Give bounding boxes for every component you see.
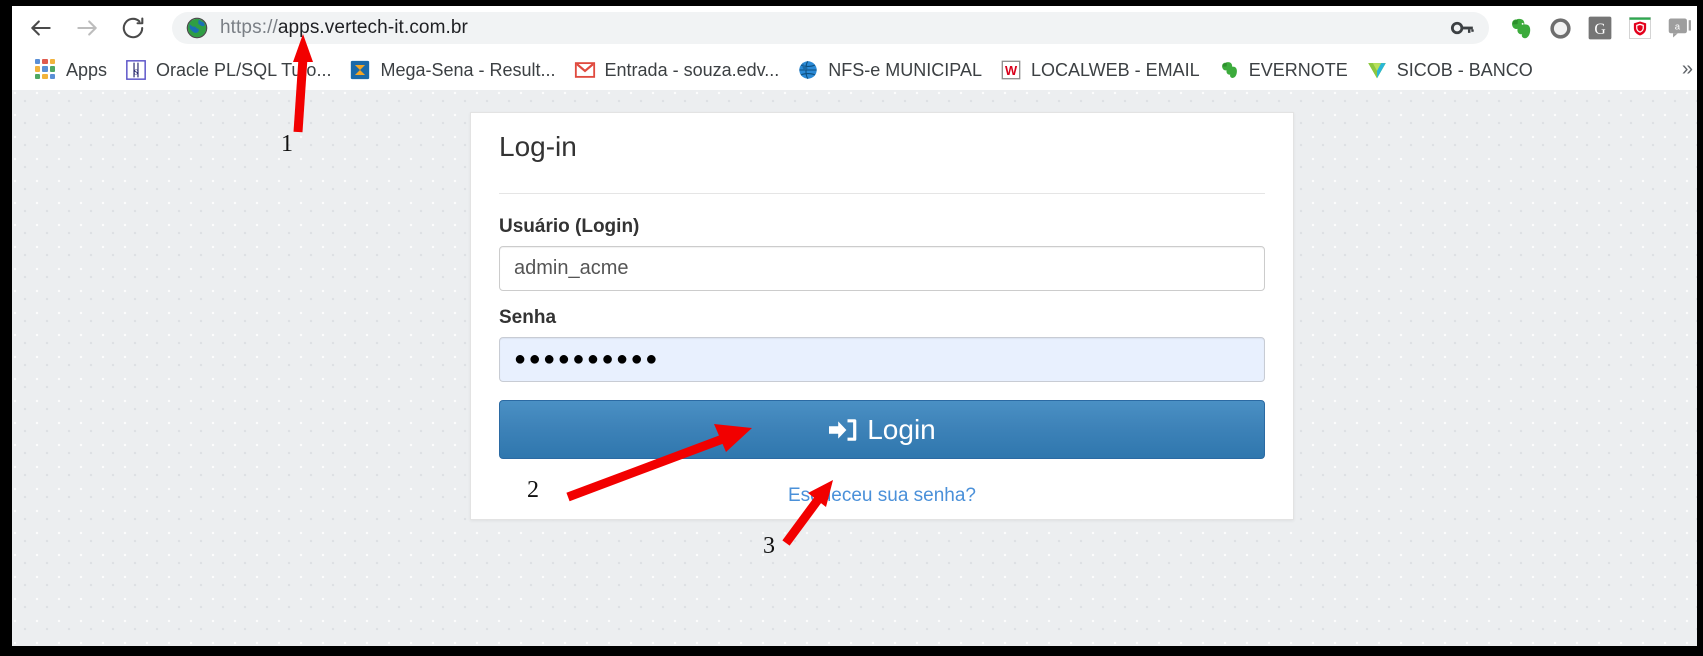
sign-in-icon <box>829 418 857 441</box>
circle-icon <box>1549 17 1571 39</box>
bookmark-apps-label: Apps <box>66 59 108 80</box>
bookmark-label: Mega-Sena - Result... <box>380 59 556 80</box>
window-frame-top <box>0 0 1703 6</box>
username-input[interactable] <box>499 246 1265 291</box>
browser-window: https://apps.vertech-it.com.br G a Apps … <box>0 0 1703 656</box>
svg-text:a: a <box>1675 21 1681 32</box>
elephant-icon <box>1511 18 1530 38</box>
bookmarks-overflow-button[interactable]: » <box>1682 58 1693 81</box>
bookmark-label: Entrada - souza.edv... <box>604 59 780 80</box>
bookmark-item-gmail[interactable]: Entrada - souza.edv... <box>565 56 789 84</box>
login-card-header: Log-in <box>471 113 1293 175</box>
bookmark-label: NFS-e MUNICIPAL <box>828 59 982 80</box>
password-label: Senha <box>499 307 557 328</box>
gmail-icon <box>574 62 595 78</box>
globe-icon <box>186 17 208 39</box>
forward-arrow-icon <box>77 20 97 36</box>
browser-toolbar: https://apps.vertech-it.com.br G a <box>12 6 1697 50</box>
window-frame-right <box>1697 0 1703 656</box>
login-card: Log-in Usuário (Login) Senha Login <box>470 112 1294 520</box>
sicob-icon <box>1368 63 1386 79</box>
bookmark-item-oracle[interactable]: s Oracle PL/SQL Tuto... <box>116 56 340 84</box>
bookmark-label: EVERNOTE <box>1248 59 1348 80</box>
password-input[interactable] <box>499 337 1265 382</box>
speech-bubble-icon: a <box>1668 18 1691 38</box>
back-button[interactable] <box>18 6 64 50</box>
bookmark-label: SICOB - BANCO <box>1396 59 1533 80</box>
page-title: Log-in <box>499 131 577 162</box>
bookmark-label: LOCALWEB - EMAIL <box>1030 59 1200 80</box>
bookmark-item-localweb[interactable]: W LOCALWEB - EMAIL <box>991 56 1209 84</box>
reload-icon <box>122 17 144 39</box>
svg-text:G: G <box>1594 21 1605 38</box>
url-scheme: https:// <box>220 17 278 38</box>
window-frame-left <box>0 0 12 656</box>
apps-grid-icon <box>35 59 57 81</box>
address-bar[interactable]: https://apps.vertech-it.com.br <box>172 12 1489 44</box>
bookmark-apps[interactable]: Apps <box>26 56 116 84</box>
url-host: apps.vertech-it.com.br <box>277 17 468 38</box>
reload-button[interactable] <box>110 6 156 50</box>
login-button[interactable]: Login <box>499 400 1265 459</box>
username-label: Usuário (Login) <box>499 216 640 237</box>
forward-button[interactable] <box>64 6 110 50</box>
login-form: Usuário (Login) Senha Login Esqueceu sua… <box>471 194 1293 507</box>
globe-blue-icon <box>799 60 818 80</box>
w-icon: W <box>1001 60 1021 80</box>
login-button-label: Login <box>867 413 936 445</box>
bookmark-item-megasena[interactable]: Mega-Sena - Result... <box>340 56 564 84</box>
page-viewport: Log-in Usuário (Login) Senha Login <box>12 90 1697 646</box>
address-bar-url: https://apps.vertech-it.com.br <box>220 17 468 39</box>
back-arrow-icon <box>31 20 51 36</box>
evernote-icon <box>1221 62 1237 78</box>
annotation-number-1: 1 <box>281 131 293 157</box>
forgot-password-link[interactable]: Esqueceu sua senha? <box>788 485 976 506</box>
opera-circle-extension-icon[interactable] <box>1543 11 1577 45</box>
annotation-number-3: 3 <box>763 533 775 559</box>
oracle-icon: s <box>126 60 146 80</box>
letter-g-icon: G <box>1588 16 1612 40</box>
key-icon[interactable] <box>1449 15 1475 41</box>
bookmark-label: Oracle PL/SQL Tuto... <box>156 59 332 80</box>
speech-bubble-extension-icon[interactable]: a <box>1663 11 1697 45</box>
bookmark-item-nfse[interactable]: NFS-e MUNICIPAL <box>788 56 991 84</box>
shield-icon <box>1629 17 1651 39</box>
bookmarks-bar: Apps s Oracle PL/SQL Tuto... Mega-Sena -… <box>12 50 1697 90</box>
evernote-extension-icon[interactable] <box>1503 11 1537 45</box>
annotation-number-2: 2 <box>527 477 539 503</box>
forgot-password-row: Esqueceu sua senha? <box>499 485 1265 507</box>
extension-toolbar: G a <box>1503 11 1697 45</box>
google-g-extension-icon[interactable]: G <box>1583 11 1617 45</box>
window-frame-bottom <box>0 646 1703 656</box>
svg-text:W: W <box>1005 63 1018 78</box>
bookmark-item-sicob[interactable]: SICOB - BANCO <box>1357 56 1542 84</box>
bookmark-item-evernote[interactable]: EVERNOTE <box>1209 56 1357 84</box>
megasena-icon <box>351 60 370 80</box>
avast-shield-extension-icon[interactable] <box>1623 11 1657 45</box>
